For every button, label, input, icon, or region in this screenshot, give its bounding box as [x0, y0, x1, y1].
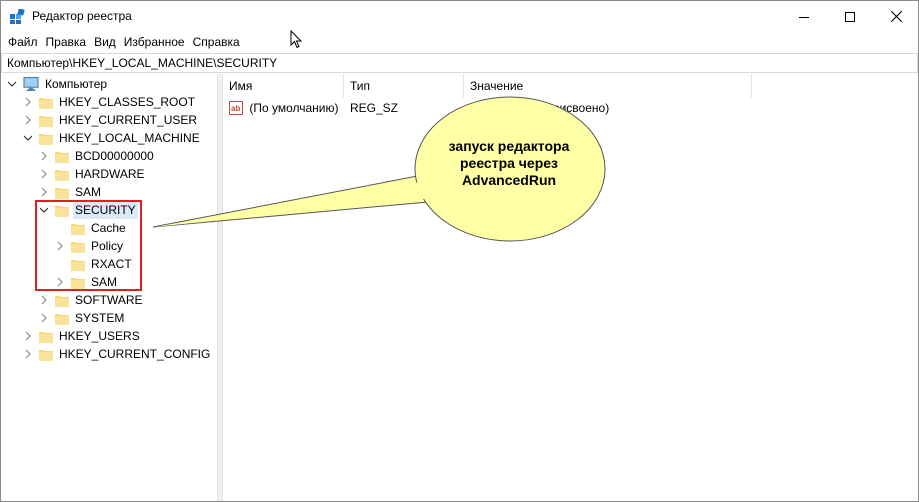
chevron-right-icon[interactable]: [23, 349, 33, 359]
folder-icon: [39, 115, 53, 127]
column-header-value[interactable]: Значение: [464, 74, 752, 98]
title-bar[interactable]: Редактор реестра: [1, 1, 918, 32]
regedit-icon: [10, 9, 25, 24]
column-header-type[interactable]: Тип: [344, 74, 464, 98]
svg-text:ab: ab: [231, 104, 240, 113]
tree-label: HKEY_USERS: [59, 329, 140, 343]
menu-edit[interactable]: Правка: [42, 32, 91, 52]
tree-label: Компьютер: [45, 77, 108, 91]
folder-icon: [55, 313, 69, 325]
chevron-right-icon[interactable]: [23, 97, 33, 107]
computer-icon: [23, 77, 39, 91]
tree-label: SYSTEM: [75, 311, 125, 325]
folder-icon: [55, 295, 69, 307]
menu-help[interactable]: Справка: [189, 32, 244, 52]
tree-label: SOFTWARE: [75, 293, 143, 307]
close-button[interactable]: [873, 1, 919, 32]
mouse-cursor-icon: [290, 30, 303, 49]
column-header-name[interactable]: Имя: [223, 74, 344, 98]
tree-node-bcd[interactable]: BCD00000000: [39, 147, 156, 165]
tree-label: HARDWARE: [75, 167, 145, 181]
maximize-icon: [845, 11, 855, 22]
tree-node-system[interactable]: SYSTEM: [39, 309, 126, 327]
tree-label: SAM: [75, 185, 102, 199]
chevron-right-icon[interactable]: [23, 115, 33, 125]
tree-node-computer[interactable]: Компьютер: [7, 75, 109, 93]
callout-text: запуск редактора реестра через AdvancedR…: [431, 138, 587, 189]
chevron-down-icon[interactable]: [23, 133, 33, 143]
tree-label: HKEY_CURRENT_USER: [59, 113, 198, 127]
tree-node-hkcr[interactable]: HKEY_CLASSES_ROOT: [23, 93, 197, 111]
callout-line: реестра через: [459, 155, 559, 171]
callout-line: AdvancedRun: [461, 172, 557, 188]
window-title: Редактор реестра: [32, 9, 132, 23]
menu-file[interactable]: Файл: [4, 32, 42, 52]
minimize-icon: [799, 16, 809, 18]
callout-line: запуск редактора: [448, 138, 570, 154]
maximize-button[interactable]: [827, 1, 873, 32]
highlight-box: [35, 200, 142, 291]
folder-icon: [55, 187, 69, 199]
string-value-icon: ab: [229, 101, 243, 115]
chevron-right-icon[interactable]: [39, 169, 49, 179]
value-name: (По умолчанию): [249, 101, 339, 115]
menu-bar: Файл Правка Вид Избранное Справка: [1, 32, 918, 52]
menu-favorites[interactable]: Избранное: [120, 32, 189, 52]
close-icon: [890, 11, 902, 22]
registry-editor-window: Редактор реестра Файл Правка Вид Избранн…: [0, 0, 919, 502]
chevron-right-icon[interactable]: [39, 151, 49, 161]
tree-node-hku[interactable]: HKEY_USERS: [23, 327, 142, 345]
value-type: REG_SZ: [350, 101, 399, 115]
folder-icon: [39, 97, 53, 109]
minimize-button[interactable]: [781, 1, 827, 32]
folder-icon: [39, 349, 53, 361]
chevron-down-icon[interactable]: [7, 79, 17, 89]
chevron-right-icon[interactable]: [39, 295, 49, 305]
tree-node-hkcu[interactable]: HKEY_CURRENT_USER: [23, 111, 199, 129]
tree-node-sam[interactable]: SAM: [39, 183, 103, 201]
tree-label: BCD00000000: [75, 149, 154, 163]
tree-label: HKEY_LOCAL_MACHINE: [59, 131, 200, 145]
menu-view[interactable]: Вид: [90, 32, 120, 52]
address-bar[interactable]: Компьютер\HKEY_LOCAL_MACHINE\SECURITY: [1, 53, 918, 73]
folder-icon: [39, 133, 53, 145]
chevron-right-icon[interactable]: [39, 187, 49, 197]
folder-icon: [39, 331, 53, 343]
chevron-right-icon[interactable]: [39, 313, 49, 323]
tree-label: HKEY_CURRENT_CONFIG: [59, 347, 211, 361]
folder-icon: [55, 151, 69, 163]
value-data: (значение не присвоено): [471, 101, 610, 115]
chevron-right-icon[interactable]: [23, 331, 33, 341]
folder-icon: [55, 169, 69, 181]
tree-label: HKEY_CLASSES_ROOT: [59, 95, 196, 109]
tree-node-hardware[interactable]: HARDWARE: [39, 165, 147, 183]
tree-node-software[interactable]: SOFTWARE: [39, 291, 145, 309]
tree-node-hkcc[interactable]: HKEY_CURRENT_CONFIG: [23, 345, 212, 363]
tree-node-hklm[interactable]: HKEY_LOCAL_MACHINE: [23, 129, 202, 147]
